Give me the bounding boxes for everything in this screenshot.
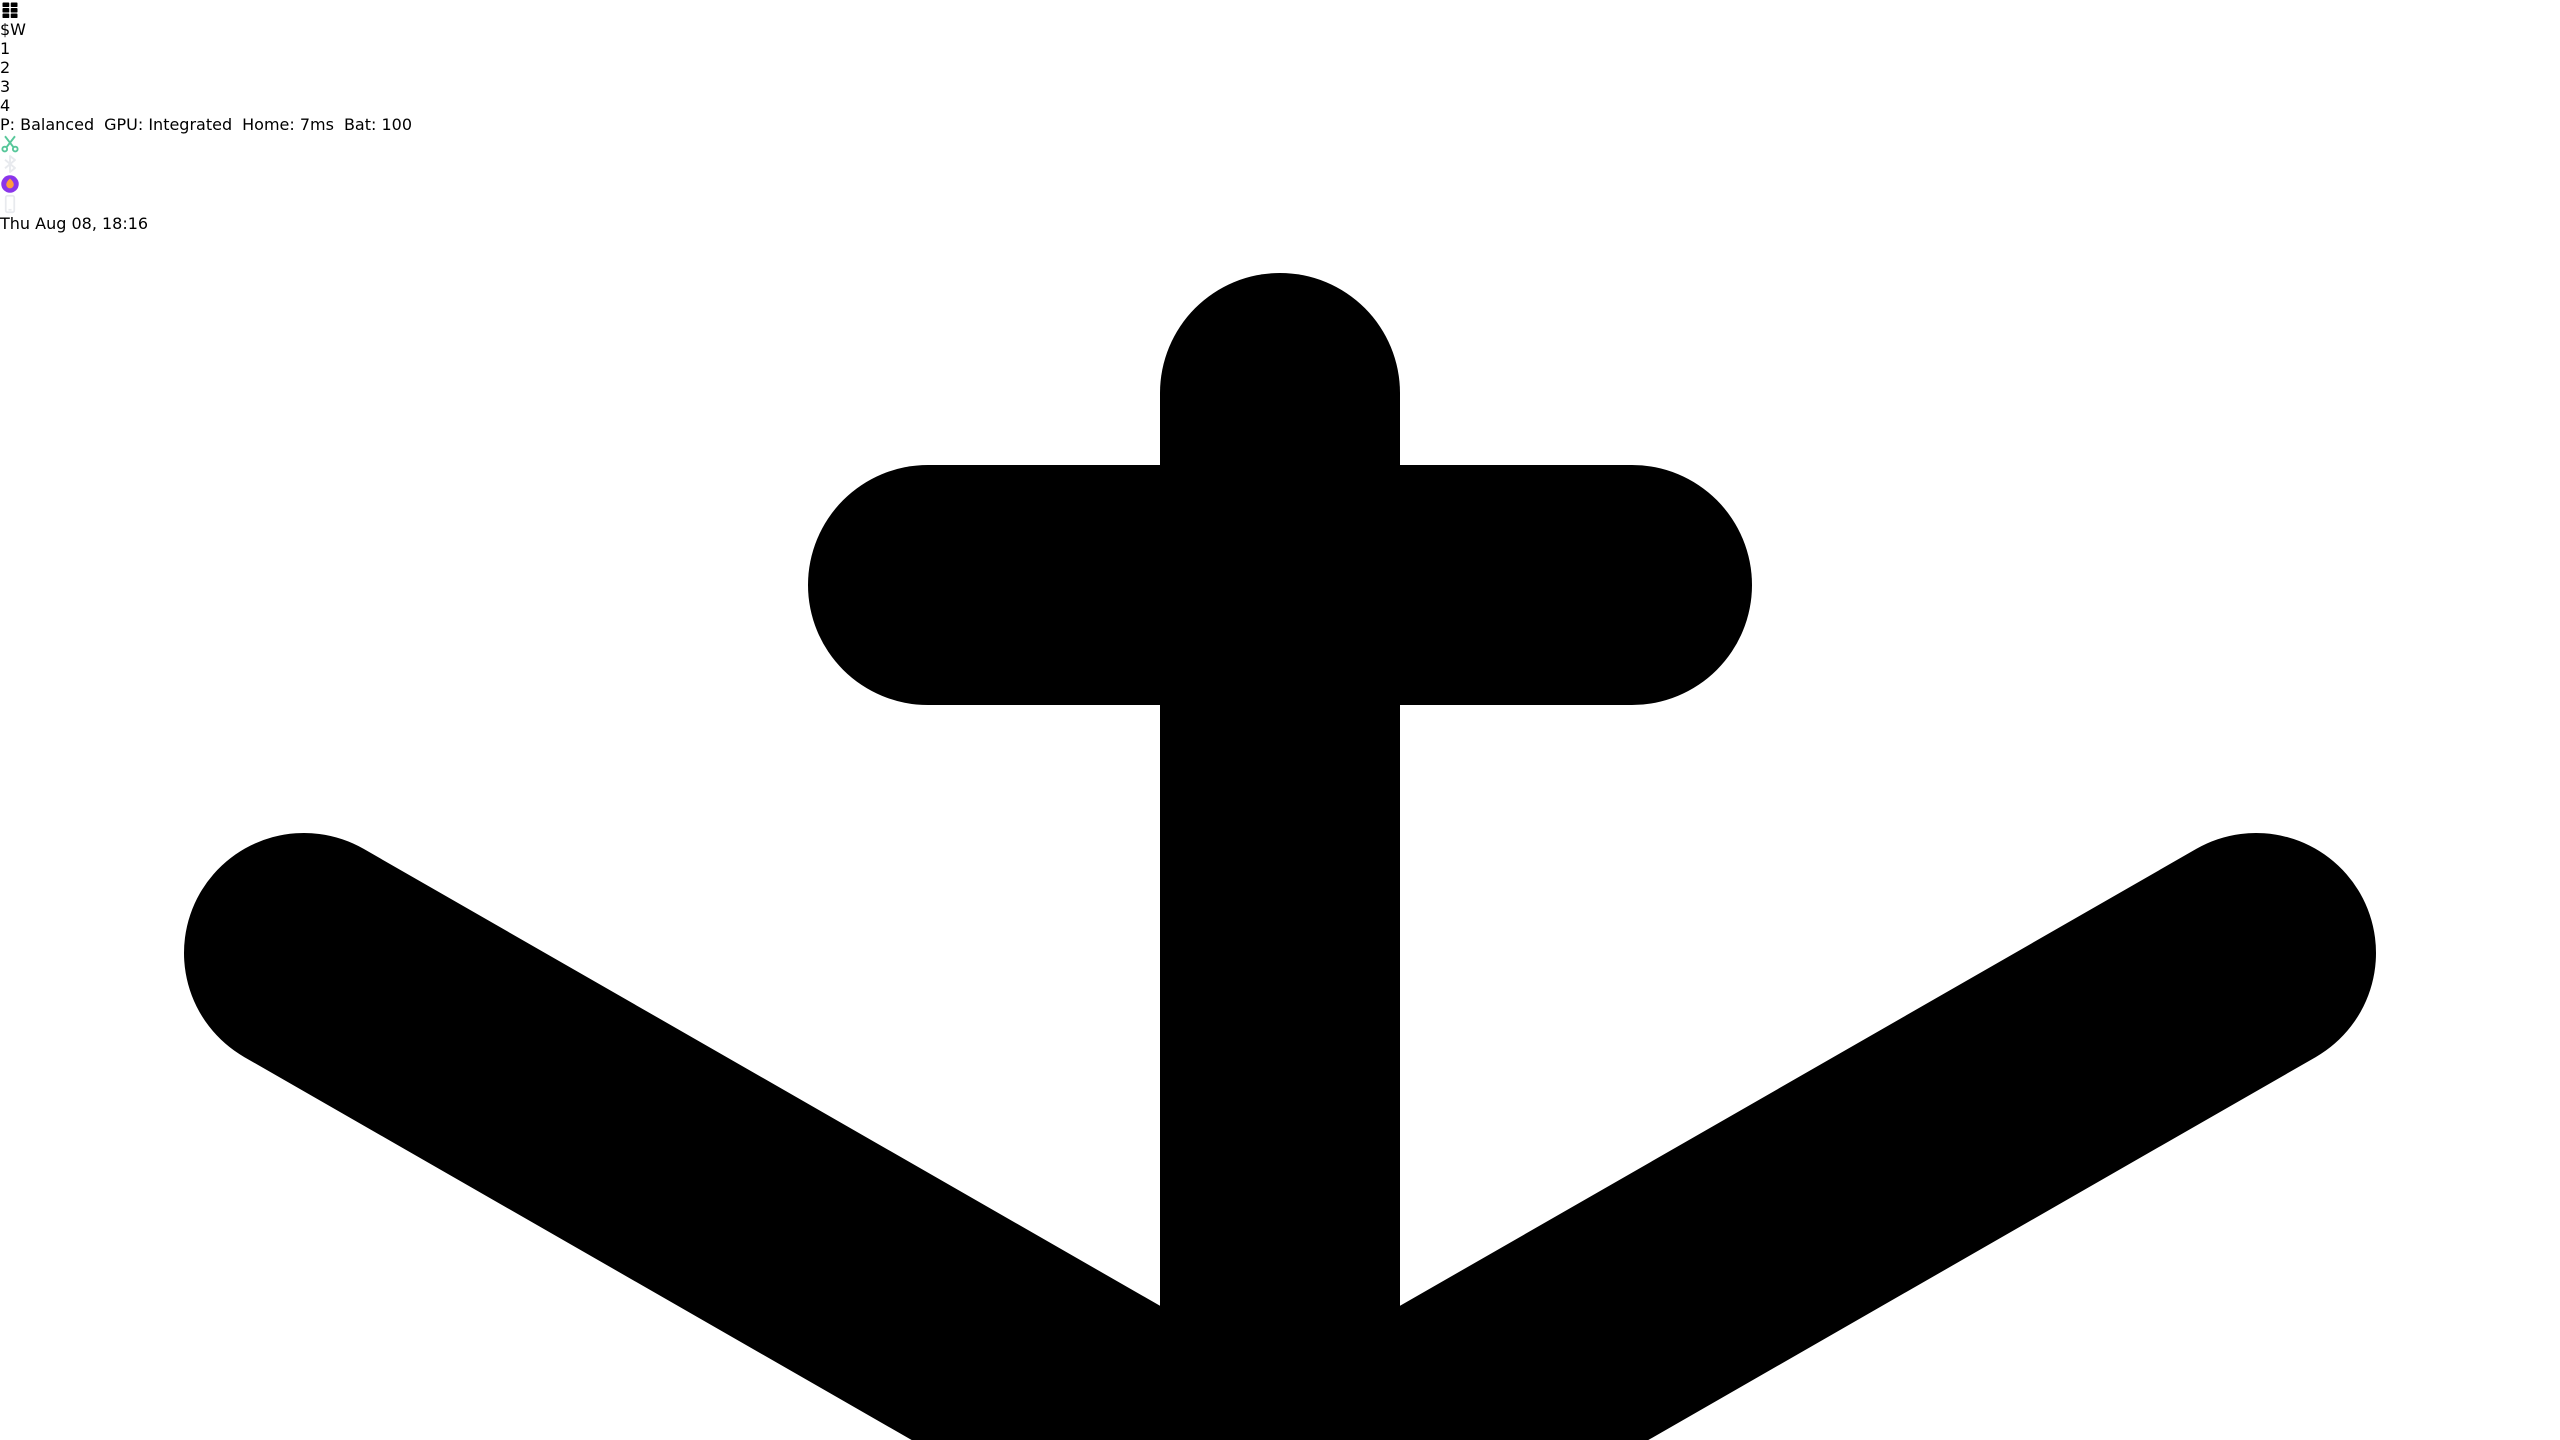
scissors-icon[interactable]: [0, 134, 20, 154]
status-pill[interactable]: Bat: 100: [344, 115, 412, 134]
phone-icon[interactable]: [0, 194, 20, 214]
workspace-button-1[interactable]: 1: [0, 39, 2560, 58]
tab-home.nix[interactable]: home.nix: [0, 233, 2560, 1440]
desktop-top-bar: $W 1234 P: Balanced GPU: Integrated Home: …: [0, 0, 2560, 233]
status-pill[interactable]: Home: 7ms: [242, 115, 334, 134]
app-launcher-button[interactable]: [0, 0, 2560, 20]
status-pill[interactable]: GPU: Integrated: [104, 115, 232, 134]
workspace-button-2[interactable]: 2: [0, 58, 2560, 77]
terminal-dollar-icon: $W: [0, 20, 26, 39]
workspace-switcher: 1234: [0, 39, 2560, 115]
workspace-button-3[interactable]: 3: [0, 77, 2560, 96]
status-pill[interactable]: P: Balanced: [0, 115, 94, 134]
grid-icon: [0, 0, 20, 20]
terminal-launcher-button[interactable]: $W: [0, 20, 2560, 39]
bluetooth-icon[interactable]: [0, 154, 20, 174]
clock[interactable]: Thu Aug 08, 18:16: [0, 214, 2560, 233]
media-player-icon[interactable]: [0, 174, 20, 194]
system-tray[interactable]: [0, 134, 2560, 214]
workspace-button-4[interactable]: 4: [0, 96, 2560, 115]
terminal-window: home.nixdefault.nixflake.nix 16│ url = "…: [0, 233, 2560, 1440]
buffer-tabline: home.nixdefault.nixflake.nix: [0, 233, 2560, 1440]
status-pills: P: Balanced GPU: Integrated Home: 7ms Bat: …: [0, 115, 2560, 134]
